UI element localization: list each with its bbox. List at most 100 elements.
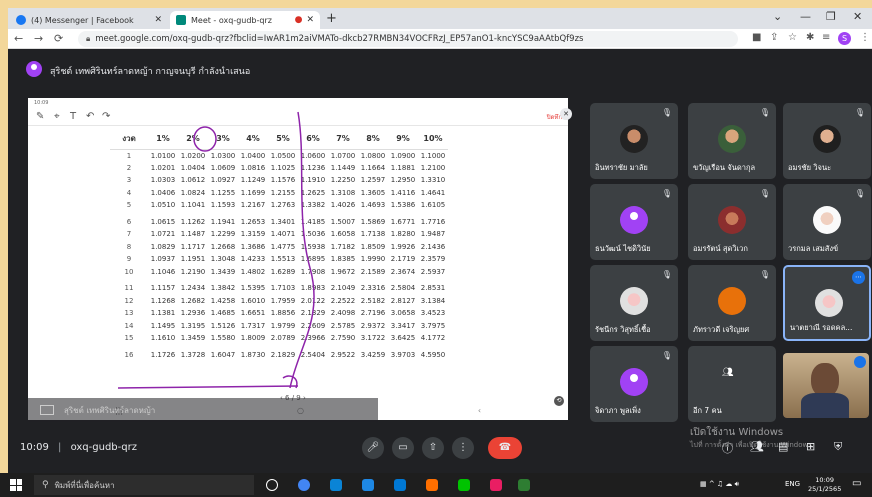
mail-icon[interactable]: [394, 479, 406, 491]
participant-tile[interactable]: 🎙︎ อมรชัย วิจนะ: [783, 103, 871, 179]
participant-tile[interactable]: 🎙︎ วรกมล เสมสังข์: [783, 184, 871, 260]
tray-icons[interactable]: ▦ ^ ♫ ☁ 🔊︎: [700, 480, 739, 489]
url-field[interactable]: 🔒︎ meet.google.com/oxq-gudb-qrz?fbclid=I…: [78, 31, 738, 47]
factor-cell: 1.0600: [300, 151, 326, 160]
participant-tile[interactable]: 🎙︎⋯นาตยาณี รอดคล...: [783, 265, 871, 341]
mic-muted-icon: 🎙︎: [854, 108, 865, 117]
factor-cell: 1.6289: [270, 267, 296, 276]
participant-tile[interactable]: 🎙︎ อมรรัตน์ สุดวิเวก: [688, 184, 776, 260]
chrome-icon[interactable]: [298, 479, 310, 491]
factor-cell: 1.1881: [390, 163, 416, 172]
factor-cell: 2.4098: [330, 309, 356, 318]
microphone-button[interactable]: 🎤︎: [362, 437, 384, 459]
factor-cell: 1.1699: [240, 188, 266, 197]
factor-cell: 3.3417: [390, 321, 416, 330]
self-view[interactable]: [783, 353, 869, 418]
taskbar-clock[interactable]: 10:09 25/1/2565: [808, 476, 841, 494]
factor-cell: 1.7716: [420, 217, 446, 226]
period-cell: 15: [124, 334, 134, 343]
factor-cell: 2.2609: [300, 321, 326, 330]
back-icon[interactable]: ←: [14, 32, 23, 45]
tab-messenger[interactable]: (4) Messenger | Facebook ✕: [10, 11, 168, 29]
window-close-button[interactable]: ✕: [853, 10, 862, 23]
factor-cell: 2.7196: [360, 309, 386, 318]
search-placeholder: พิมพ์ที่นี่เพื่อค้นหา: [54, 480, 115, 490]
participant-tile[interactable]: 👥︎ อีก 7 คน: [688, 346, 776, 422]
presenter-caption: สุริชต์ เทพศิรินทร์ลาดหญ้า: [28, 398, 378, 422]
mic-muted-icon: 🎙︎: [661, 351, 672, 360]
screen-icon: [40, 405, 54, 415]
factor-cell: 1.1951: [180, 255, 206, 264]
rotate-icon[interactable]: ⟲: [554, 396, 564, 406]
table-row: 10 1.1046 1.2190 1.3439 1.4802 1.6289 1.7908 1.…: [110, 266, 448, 279]
factor-cell: 1.0303: [150, 176, 176, 185]
factor-cell: 1.5395: [240, 284, 266, 293]
chevron-down-icon[interactable]: ⌄: [773, 10, 782, 23]
excel-icon[interactable]: [518, 479, 530, 491]
profile-avatar[interactable]: S: [838, 32, 851, 45]
new-tab-button[interactable]: +: [326, 11, 337, 26]
share-icon[interactable]: ⇪: [770, 32, 778, 43]
host-controls-icon[interactable]: ⛨: [834, 440, 842, 454]
back-nav-icon[interactable]: ‹: [478, 406, 481, 420]
reload-icon[interactable]: ⟳: [54, 32, 63, 45]
windows-start-icon[interactable]: [10, 479, 22, 491]
participant-tile[interactable]: 🎙︎ ขวัญเรือน จันดากุล: [688, 103, 776, 179]
app-icon[interactable]: [490, 479, 502, 491]
star-icon[interactable]: ☆: [788, 32, 797, 43]
close-icon[interactable]: ✕: [306, 15, 314, 25]
line-icon[interactable]: [458, 479, 470, 491]
highlighter-icon[interactable]: ⌖: [54, 111, 60, 122]
period-cell: 16: [124, 350, 134, 359]
participant-avatar: [718, 125, 746, 153]
firefox-icon[interactable]: [426, 479, 438, 491]
factor-cell: 1.2167: [240, 201, 266, 210]
text-icon[interactable]: T: [70, 111, 76, 122]
redo-icon[interactable]: ↷: [102, 111, 110, 122]
camera-icon[interactable]: ■: [752, 32, 761, 43]
participant-tile[interactable]: 🎙︎ ภัทราวดี เจริญยศ: [688, 265, 776, 341]
column-header: 4%: [238, 129, 268, 150]
more-options-icon[interactable]: ⋯: [852, 271, 865, 284]
close-presentation-icon[interactable]: ✕: [560, 108, 572, 120]
factor-cell: 1.7138: [360, 230, 386, 239]
tab-meet[interactable]: Meet - oxq-gudb-qrz ● ✕: [170, 11, 320, 29]
notification-icon[interactable]: ▭: [852, 478, 861, 489]
factor-cell: 1.0721: [150, 230, 176, 239]
factor-cell: 1.0404: [180, 163, 206, 172]
present-button[interactable]: ⇧: [422, 437, 444, 459]
more-options-button[interactable]: ⋮: [452, 437, 474, 459]
menu-icon[interactable]: ⋮: [860, 32, 870, 43]
camera-button[interactable]: ▭: [392, 437, 414, 459]
close-icon[interactable]: ✕: [154, 15, 162, 25]
minimize-button[interactable]: —: [800, 10, 811, 23]
cortana-icon[interactable]: [266, 479, 278, 491]
pen-icon[interactable]: ✎: [36, 111, 44, 122]
separator: |: [58, 442, 62, 453]
leave-call-button[interactable]: ☎︎: [488, 437, 522, 459]
factor-cell: 1.3842: [210, 284, 236, 293]
participant-name: รัชนีกร วิสุทธิ์เชื้อ: [595, 325, 651, 334]
participant-tile[interactable]: 🎙︎ รัชนีกร วิสุทธิ์เชื้อ: [590, 265, 678, 341]
participant-tile[interactable]: 🎙︎ อินทราชัย มาลัย: [590, 103, 678, 179]
participant-tile[interactable]: 🎙︎ จิดาภา พูลเพิ่ง: [590, 346, 678, 422]
messenger-icon: [16, 15, 26, 25]
factor-cell: 1.1000: [420, 151, 446, 160]
maximize-button[interactable]: ❐: [826, 10, 836, 23]
language-indicator[interactable]: ENG: [785, 480, 800, 488]
period-cell: 10: [124, 267, 134, 276]
forward-icon[interactable]: →: [34, 32, 43, 45]
store-icon[interactable]: [362, 479, 374, 491]
participant-name: นาตยาณี รอดคล...: [790, 323, 853, 332]
edge-icon[interactable]: [330, 479, 342, 491]
undo-icon[interactable]: ↶: [86, 111, 94, 122]
participant-tile[interactable]: 🎙︎ ธนวัฒน์ ไชดิวินัย: [590, 184, 678, 260]
taskbar-search[interactable]: ⚲ พิมพ์ที่นี่เพื่อค้นหา: [34, 475, 254, 495]
factor-cell: 1.2299: [210, 230, 236, 239]
media-icon[interactable]: ≡: [822, 32, 830, 43]
factor-cell: 1.0200: [180, 151, 206, 160]
factor-cell: 1.0937: [150, 255, 176, 264]
extensions-icon[interactable]: ✱: [806, 32, 814, 43]
column-header: 2%: [178, 129, 208, 150]
factor-cell: 1.0201: [150, 163, 176, 172]
